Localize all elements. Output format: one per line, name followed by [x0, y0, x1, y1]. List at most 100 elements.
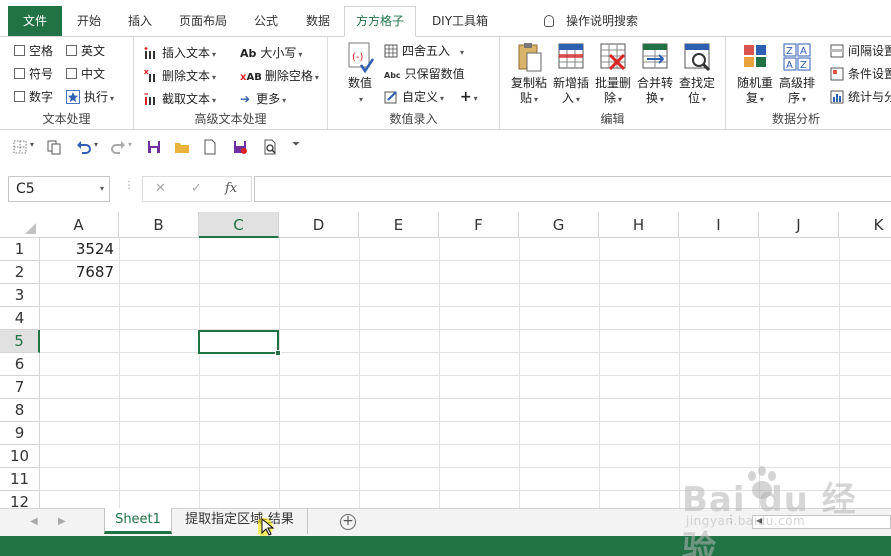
random-repeat-button[interactable]: 随机重复 ▾ [734, 41, 776, 107]
delete-text-button[interactable]: 删除文本 ▾ [144, 66, 216, 86]
extract-text-button[interactable]: 截取文本 ▾ [144, 89, 216, 109]
checkbox-english[interactable]: 英文 [66, 41, 105, 61]
condition-setting-button[interactable]: 条件设置 [830, 64, 891, 84]
undo-icon[interactable] [76, 139, 92, 155]
customize-qat-icon[interactable]: ⏷ [292, 139, 300, 150]
row-header-11[interactable]: 11 [0, 468, 40, 491]
batch-delete-button[interactable]: 批量删除 ▾ [592, 41, 634, 107]
column-header-d[interactable]: D [279, 212, 359, 238]
execute-button[interactable]: 执行 ▾ [66, 87, 114, 107]
chevron-down-icon: ▾ [440, 94, 445, 103]
open-folder-icon[interactable] [174, 139, 190, 155]
chevron-down-icon: ▾ [212, 73, 217, 82]
remove-spaces-button[interactable]: xAB 删除空格 ▾ [240, 66, 319, 86]
sheet-prev-icon[interactable]: ◀ [30, 516, 38, 527]
interval-icon [830, 44, 844, 58]
interval-setting-button[interactable]: 间隔设置 [830, 41, 891, 61]
add-insert-button[interactable]: 新增插入 ▾ [550, 41, 592, 107]
cell-a2[interactable]: 7687 [40, 261, 119, 284]
checkbox-box[interactable] [14, 45, 25, 56]
cancel-icon[interactable]: ✕ [155, 181, 166, 196]
column-header-a[interactable]: A [39, 212, 119, 238]
round-button[interactable]: 四舍五入 ▾ [384, 41, 464, 61]
row-header-3[interactable]: 3 [0, 284, 40, 307]
column-header-j[interactable]: J [759, 212, 839, 238]
plus-icon[interactable]: + [460, 89, 472, 105]
new-file-icon[interactable] [202, 139, 218, 155]
copy-format-icon[interactable] [46, 139, 62, 155]
chevron-down-icon[interactable]: ▾ [94, 140, 98, 149]
find-locate-button[interactable]: 查找定位 ▾ [676, 41, 718, 107]
sheet-tab-extract-result[interactable]: 提取指定区域-结果 [172, 508, 308, 534]
confirm-icon[interactable]: ✓ [191, 181, 202, 196]
tab-insert[interactable]: 插入 [116, 8, 164, 36]
name-box[interactable]: C5 ▾ [8, 176, 110, 202]
custom-button[interactable]: 自定义 ▾ + ▾ [384, 87, 478, 107]
checkbox-english-label: 英文 [81, 44, 106, 58]
checkbox-number[interactable]: 数字 [14, 87, 53, 107]
add-sheet-icon[interactable]: + [340, 514, 356, 530]
formula-input[interactable] [254, 176, 891, 202]
more-button[interactable]: ➔ 更多 ▾ [240, 89, 286, 109]
row-header-10[interactable]: 10 [0, 445, 40, 468]
tab-diy-toolbox[interactable]: DIY工具箱 [420, 8, 500, 36]
chevron-down-icon[interactable]: ▾ [128, 140, 132, 149]
borders-icon[interactable] [12, 139, 28, 155]
insert-function-icon[interactable]: fx [225, 181, 237, 196]
copy-paste-button[interactable]: 复制粘贴 ▾ [508, 41, 550, 107]
chevron-down-icon[interactable]: ▾ [30, 140, 34, 149]
sheet-tab-sheet1[interactable]: Sheet1 [104, 508, 172, 534]
fill-handle[interactable] [275, 350, 281, 356]
checkbox-chinese[interactable]: 中文 [66, 64, 105, 84]
column-header-b[interactable]: B [119, 212, 199, 238]
checkbox-symbol[interactable]: 符号 [14, 64, 53, 84]
tab-data[interactable]: 数据 [294, 8, 342, 36]
row-header-8[interactable]: 8 [0, 399, 40, 422]
merge-convert-button[interactable]: 合并转换 ▾ [634, 41, 676, 107]
save-as-icon[interactable] [232, 139, 248, 155]
tab-fangfanggezi[interactable]: 方方格子 [344, 6, 416, 37]
tab-page-layout[interactable]: 页面布局 [168, 8, 238, 36]
row-header-5[interactable]: 5 [0, 330, 40, 353]
checkbox-box[interactable] [66, 68, 77, 79]
advanced-sort-button[interactable]: ZAAZ 高级排序 ▾ [776, 41, 818, 107]
checkbox-box[interactable] [14, 68, 25, 79]
sheet-next-icon[interactable]: ▶ [58, 516, 66, 527]
cell-a1[interactable]: 3524 [40, 238, 119, 261]
tab-formulas[interactable]: 公式 [242, 8, 290, 36]
row-header-9[interactable]: 9 [0, 422, 40, 445]
tab-file[interactable]: 文件 [8, 6, 62, 36]
column-header-i[interactable]: I [679, 212, 759, 238]
save-icon[interactable] [146, 139, 162, 155]
tell-me-search[interactable]: 操作说明搜索 [544, 12, 638, 29]
row-header-2[interactable]: 2 [0, 261, 40, 284]
row-header-1[interactable]: 1 [0, 238, 40, 261]
merge-convert-label2: 换 [645, 91, 658, 105]
select-all-corner[interactable] [0, 212, 40, 238]
insert-text-button[interactable]: 插入文本 ▾ [144, 43, 216, 63]
column-header-k[interactable]: K [839, 212, 891, 238]
value-button[interactable]: (-) 数值 ▾ [340, 41, 380, 107]
print-preview-icon[interactable] [262, 139, 278, 155]
keep-values-button[interactable]: Abc 只保留数值 [384, 64, 465, 84]
column-header-e[interactable]: E [359, 212, 439, 238]
redo-icon[interactable] [110, 139, 126, 155]
column-header-c[interactable]: C [199, 212, 279, 238]
ribbon-tab-bar: 文件 开始 插入 页面布局 公式 数据 方方格子 DIY工具箱 操作说明搜索 [0, 0, 891, 37]
column-header-f[interactable]: F [439, 212, 519, 238]
tab-home[interactable]: 开始 [66, 8, 112, 36]
column-header-g[interactable]: G [519, 212, 599, 238]
checkbox-space[interactable]: 空格 [14, 41, 53, 61]
checkbox-space-label: 空格 [29, 44, 54, 58]
checkbox-box[interactable] [14, 91, 25, 102]
row-header-6[interactable]: 6 [0, 353, 40, 376]
statistics-button[interactable]: 统计与分 [830, 87, 891, 107]
checkbox-box[interactable] [66, 45, 77, 56]
arrow-right-icon: ➔ [240, 92, 251, 106]
row-header-4[interactable]: 4 [0, 307, 40, 330]
row-header-7[interactable]: 7 [0, 376, 40, 399]
chevron-down-icon[interactable]: ▾ [100, 177, 104, 201]
selected-cell-c5[interactable] [198, 330, 281, 356]
case-button[interactable]: Ab 大小写 ▾ [240, 43, 302, 63]
column-header-h[interactable]: H [599, 212, 679, 238]
